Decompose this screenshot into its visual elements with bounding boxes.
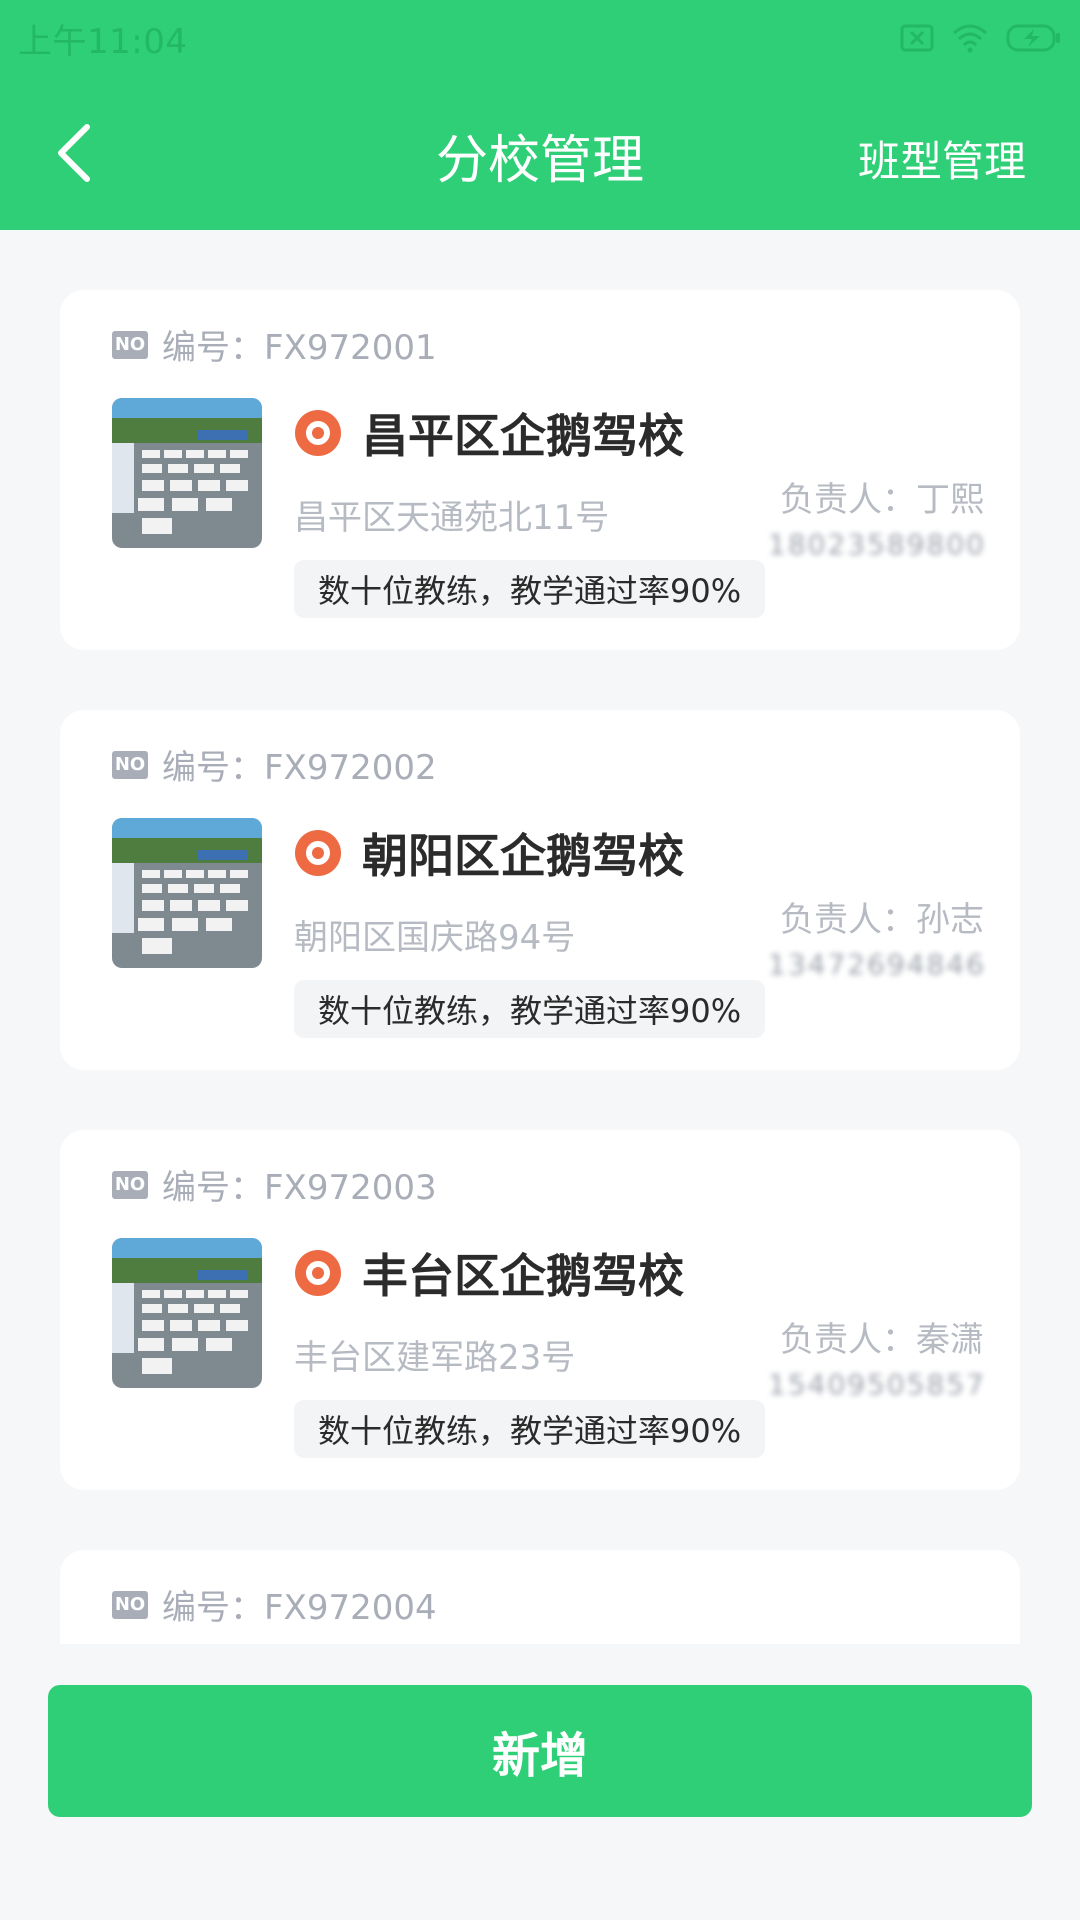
school-title-row: 昌平区企鹅驾校 <box>294 400 684 466</box>
school-description-tag: 数十位教练，教学通过率90% <box>294 560 766 618</box>
branch-number: 编号：FX972001 <box>162 328 437 368</box>
branch-card[interactable]: NO 编号：FX972001 昌平区企鹅驾校 昌平区天通苑北11号 负责人：丁熙… <box>60 290 1020 650</box>
branch-photo <box>112 1238 262 1388</box>
card-number: NO 编号：FX972001 <box>112 320 437 369</box>
sim-x-icon <box>900 24 934 52</box>
class-type-management-button[interactable]: 班型管理 <box>858 128 1026 189</box>
branch-photo <box>112 818 262 968</box>
add-branch-button[interactable]: 新增 <box>48 1685 1032 1817</box>
branch-photo <box>112 398 262 548</box>
manager-phone[interactable]: 18023589800 <box>768 528 984 562</box>
school-description-tag: 数十位教练，教学通过率90% <box>294 1400 766 1458</box>
branch-list[interactable]: NO 编号：FX972001 昌平区企鹅驾校 昌平区天通苑北11号 负责人：丁熙… <box>0 230 1080 1644</box>
school-address: 丰台区建军路23号 <box>294 1338 576 1378</box>
branch-number: 编号：FX972004 <box>162 1588 437 1628</box>
branch-number: 编号：FX972003 <box>162 1168 437 1208</box>
wifi-icon <box>953 24 987 53</box>
status-icons <box>900 18 1062 58</box>
battery-charging-icon <box>1006 24 1060 52</box>
school-description-tag: 数十位教练，教学通过率90% <box>294 980 766 1038</box>
school-name: 丰台区企鹅驾校 <box>362 1249 684 1303</box>
branch-number: 编号：FX972002 <box>162 748 437 788</box>
manager-name: 负责人：孙志 <box>780 900 984 940</box>
branch-card[interactable]: NO 编号：FX972002 朝阳区企鹅驾校 朝阳区国庆路94号 负责人：孙志 … <box>60 710 1020 1070</box>
school-name: 朝阳区企鹅驾校 <box>362 829 684 883</box>
school-name: 昌平区企鹅驾校 <box>362 409 684 463</box>
status-bar: 上午11:04 <box>0 0 1080 76</box>
manager-name: 负责人：丁熙 <box>780 480 984 520</box>
location-pin-icon <box>295 830 341 876</box>
school-address: 朝阳区国庆路94号 <box>294 918 576 958</box>
manager-phone[interactable]: 13472694846 <box>768 948 984 982</box>
branch-card[interactable]: NO 编号：FX972004 <box>60 1550 1020 1644</box>
card-number: NO 编号：FX972003 <box>112 1160 437 1209</box>
card-number: NO 编号：FX972004 <box>112 1580 437 1629</box>
school-title-row: 丰台区企鹅驾校 <box>294 1240 684 1306</box>
no-badge: NO <box>112 330 148 359</box>
location-pin-icon <box>295 410 341 456</box>
location-pin-icon <box>295 1250 341 1296</box>
no-badge: NO <box>112 1590 148 1619</box>
branch-card[interactable]: NO 编号：FX972003 丰台区企鹅驾校 丰台区建军路23号 负责人：秦潇 … <box>60 1130 1020 1490</box>
no-badge: NO <box>112 750 148 779</box>
card-number: NO 编号：FX972002 <box>112 740 437 789</box>
manager-name: 负责人：秦潇 <box>780 1320 984 1360</box>
status-time: 上午11:04 <box>18 22 188 62</box>
school-title-row: 朝阳区企鹅驾校 <box>294 820 684 886</box>
app-header: 分校管理 班型管理 <box>0 76 1080 230</box>
school-address: 昌平区天通苑北11号 <box>294 498 610 538</box>
manager-phone[interactable]: 15409505857 <box>768 1368 984 1402</box>
no-badge: NO <box>112 1170 148 1199</box>
